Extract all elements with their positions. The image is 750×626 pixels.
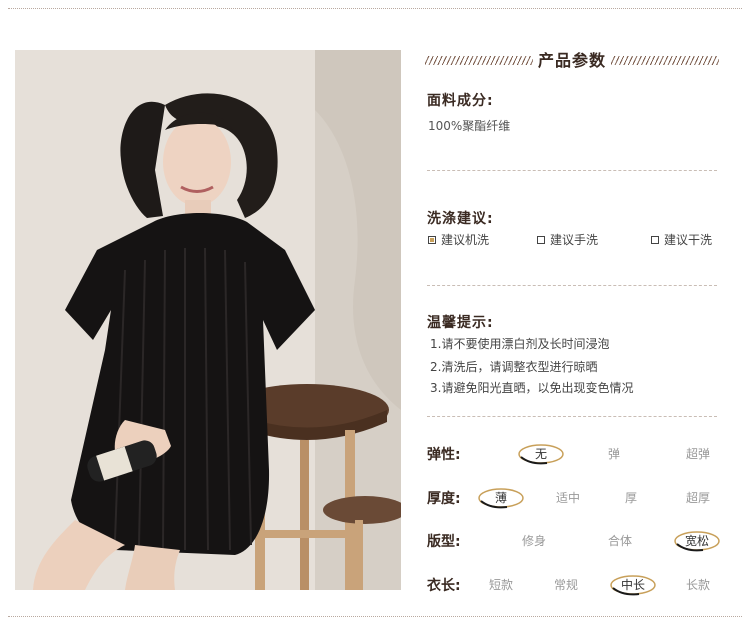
selected-ring-icon: [610, 574, 656, 595]
length-option-short[interactable]: 短款: [473, 576, 529, 593]
wash-option-dry[interactable]: 建议干洗: [651, 231, 712, 248]
thickness-option-thick[interactable]: 厚: [603, 489, 659, 506]
length-option-regular[interactable]: 常规: [538, 576, 594, 593]
fabric-title: 面料成分:: [427, 93, 494, 109]
selected-ring-icon: [518, 443, 564, 464]
selected-ring-icon: [478, 487, 524, 508]
product-photo: [15, 50, 401, 590]
divider: [427, 285, 717, 286]
section-header: 产品参数: [425, 47, 719, 73]
tip-item: 1.请不要使用漂白剂及长时间浸泡: [430, 337, 610, 351]
fit-option-regular[interactable]: 合体: [592, 532, 648, 549]
thickness-label: 厚度:: [427, 491, 461, 507]
elasticity-option-stretch[interactable]: 弹: [586, 445, 642, 462]
elasticity-option-none[interactable]: 无: [513, 443, 569, 464]
tips-title: 温馨提示:: [427, 315, 494, 331]
header-hatch-right: [611, 56, 719, 65]
wash-option-label: 建议机洗: [441, 233, 490, 247]
fabric-value: 100%聚酯纤维: [428, 119, 511, 133]
fit-label: 版型:: [427, 534, 461, 550]
tip-item: 3.请避免阳光直晒，以免出现变色情况: [430, 381, 634, 395]
fit-option-loose[interactable]: 宽松: [669, 530, 725, 551]
divider: [427, 170, 717, 171]
checkbox-icon[interactable]: [651, 235, 659, 244]
selected-ring-icon: [674, 530, 720, 551]
top-divider: [8, 8, 742, 9]
bottom-divider: [8, 616, 742, 617]
divider: [427, 416, 717, 417]
wash-option-hand[interactable]: 建议手洗: [537, 231, 598, 248]
length-option-long[interactable]: 长款: [670, 576, 726, 593]
length-label: 衣长:: [427, 578, 461, 594]
length-option-midi[interactable]: 中长: [605, 574, 661, 595]
elasticity-label: 弹性:: [427, 447, 461, 463]
wash-option-label: 建议干洗: [664, 233, 713, 247]
wash-option-label: 建议手洗: [550, 233, 599, 247]
model-illustration: [15, 50, 401, 590]
wash-option-machine[interactable]: 建议机洗: [428, 231, 489, 248]
thickness-option-medium[interactable]: 适中: [540, 489, 596, 506]
fit-option-slim[interactable]: 修身: [506, 532, 562, 549]
thickness-option-super-thick[interactable]: 超厚: [670, 489, 726, 506]
washing-title: 洗涤建议:: [427, 211, 494, 227]
thickness-option-thin[interactable]: 薄: [473, 487, 529, 508]
checkbox-icon[interactable]: [537, 235, 545, 244]
tip-item: 2.清洗后，请调整衣型进行晾晒: [430, 360, 598, 374]
checkbox-icon-checked[interactable]: [428, 235, 436, 244]
elasticity-option-super-stretch[interactable]: 超弹: [670, 445, 726, 462]
